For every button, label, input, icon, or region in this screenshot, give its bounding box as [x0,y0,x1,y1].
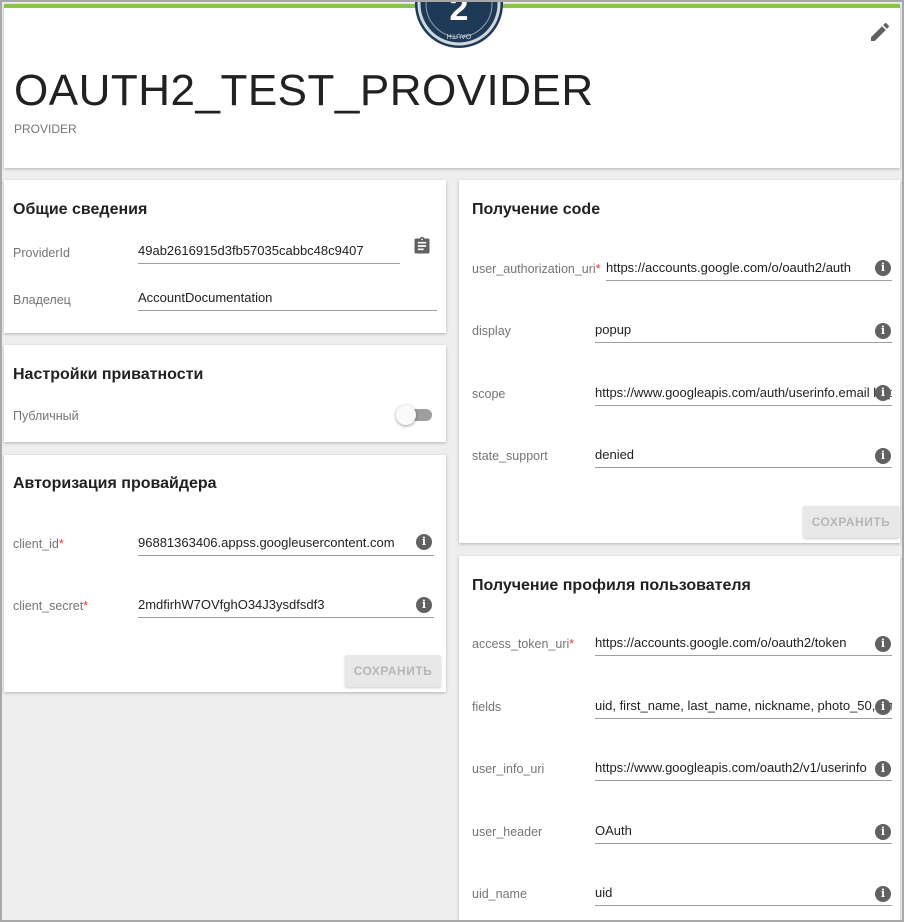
clipboard-icon[interactable] [412,236,432,256]
page-title: OAUTH2_TEST_PROVIDER [14,66,594,115]
access-token-uri-label: access_token_uri* [472,637,574,651]
card-title: Получение code [472,201,601,218]
client-id-label-text: client_id [13,537,59,551]
required-mark: * [569,637,575,651]
user-authorization-uri-label: user_authorization_uri* [472,262,601,276]
display-label: display [472,324,511,338]
card-title: Получение профиля пользователя [472,577,751,594]
client-secret-label-text: client_secret [13,599,84,613]
info-icon[interactable]: i [875,385,891,401]
access-token-uri-field[interactable]: https://accounts.google.com/o/oauth2/tok… [595,634,892,656]
info-icon[interactable]: i [875,448,891,464]
info-icon[interactable]: i [416,597,432,613]
toggle-thumb [396,405,416,425]
user-authorization-uri-field[interactable]: https://accounts.google.com/o/oauth2/aut… [606,259,892,281]
info-icon[interactable]: i [875,636,891,652]
info-icon[interactable]: i [875,260,891,276]
provider-auth-card: Авторизация провайдера client_id* 968813… [4,455,446,692]
scope-field[interactable]: https://www.googleapis.com/auth/userinfo… [595,384,892,406]
client-secret-label: client_secret* [13,599,88,613]
public-toggle[interactable] [396,402,436,426]
info-icon[interactable]: i [875,699,891,715]
info-icon[interactable]: i [875,886,891,902]
state-support-field[interactable]: denied [595,446,892,468]
user-header-label: user_header [472,825,543,839]
info-icon[interactable]: i [875,761,891,777]
user-info-uri-label: user_info_uri [472,762,545,776]
info-icon[interactable]: i [416,534,432,550]
card-title: Настройки приватности [13,366,204,383]
fields-label: fields [472,700,502,714]
owner-label: Владелец [13,293,71,307]
uid-name-field[interactable]: uid [595,884,892,906]
pencil-icon[interactable] [868,20,892,44]
provider-id-field[interactable]: 49ab2616915d3fb57035cabbc48c9407 [138,242,400,264]
user-header-field[interactable]: OAuth [595,822,892,844]
info-icon[interactable]: i [875,323,891,339]
general-info-card: Общие сведения ProviderId 49ab2616915d3f… [4,180,446,333]
provider-header-card: 2 OAUTH OAUTH2_TEST_PROVIDER PROVIDER [4,0,900,168]
user-info-uri-field[interactable]: https://www.googleapis.com/oauth2/v1/use… [595,759,892,781]
state-support-label: state_support [472,449,548,463]
card-title: Авторизация провайдера [13,475,217,492]
svg-text:2: 2 [450,0,469,28]
info-icon[interactable]: i [875,824,891,840]
uid-name-label: uid_name [472,887,527,901]
save-button[interactable]: СОХРАНИТЬ [803,506,899,538]
required-mark: * [595,262,601,276]
page-subtitle: PROVIDER [14,122,77,136]
user-authorization-uri-label-text: user_authorization_uri [472,262,596,276]
card-title: Общие сведения [13,201,148,218]
client-secret-field[interactable]: 2mdfirhW7OVfghO34J3ysdfsdf3 [138,596,434,618]
provider-id-label: ProviderId [13,246,70,260]
public-label: Публичный [13,409,79,423]
user-profile-card: Получение профиля пользователя access_to… [459,556,900,922]
scope-label: scope [472,387,506,401]
required-mark: * [58,537,64,551]
client-id-label: client_id* [13,537,64,551]
required-mark: * [83,599,89,613]
svg-text:OAUTH: OAUTH [447,32,472,39]
oauth2-logo-icon: 2 OAUTH [415,0,503,56]
owner-field[interactable]: AccountDocumentation [138,289,437,311]
privacy-settings-card: Настройки приватности Публичный [4,345,446,442]
client-id-field[interactable]: 96881363406.appss.googleusercontent.com [138,534,434,556]
get-code-card: Получение code user_authorization_uri* h… [459,180,900,543]
save-button[interactable]: СОХРАНИТЬ [345,655,441,687]
access-token-uri-label-text: access_token_uri [472,637,570,651]
fields-field[interactable]: uid, first_name, last_name, nickname, ph… [595,697,892,719]
display-field[interactable]: popup [595,321,892,343]
